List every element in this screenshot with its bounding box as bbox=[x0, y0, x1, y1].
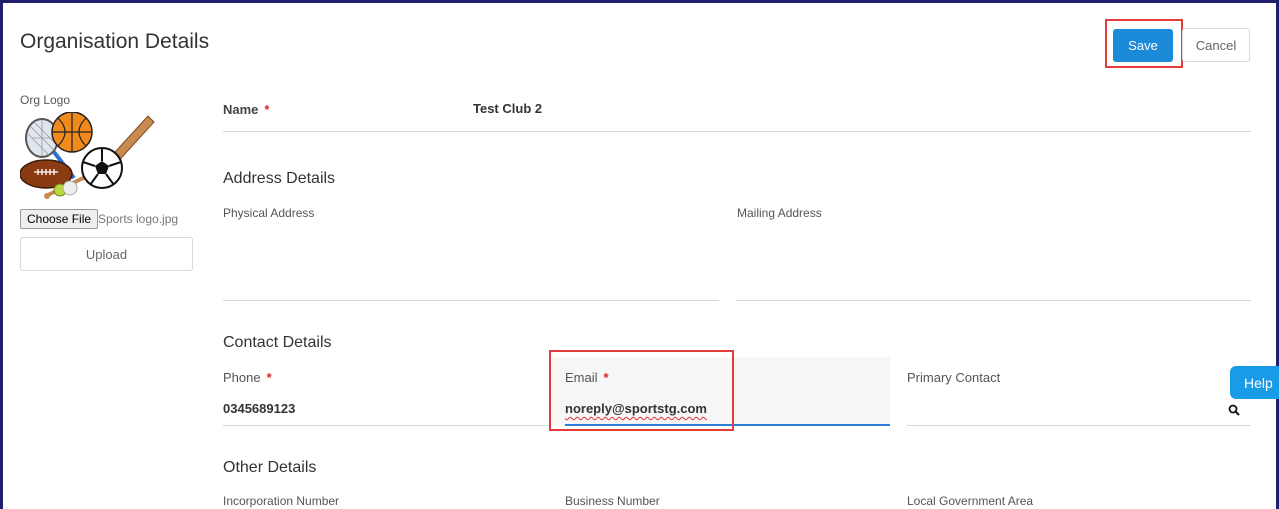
primary-contact-input[interactable] bbox=[907, 395, 1251, 426]
choose-file-button[interactable]: Choose File bbox=[20, 209, 99, 229]
mailing-address-label: Mailing Address bbox=[737, 206, 822, 220]
required-mark: * bbox=[264, 102, 270, 117]
mailing-address-field[interactable] bbox=[736, 226, 1251, 301]
page-title: Organisation Details bbox=[20, 30, 210, 53]
local-government-area-label: Local Government Area bbox=[907, 494, 1034, 508]
business-number-label: Business Number bbox=[565, 494, 660, 508]
org-logo-image bbox=[19, 111, 160, 202]
upload-button[interactable]: Upload bbox=[20, 237, 193, 271]
name-label-text: Name bbox=[223, 102, 259, 117]
address-section-title: Address Details bbox=[223, 170, 336, 187]
primary-contact-label: Primary Contact bbox=[907, 370, 1001, 385]
phone-label-text: Phone bbox=[223, 370, 261, 385]
name-value[interactable]: Test Club 2 bbox=[473, 101, 542, 116]
phone-underline bbox=[223, 425, 549, 426]
phone-label: Phone * bbox=[223, 370, 272, 385]
incorporation-number-label: Incorporation Number bbox=[223, 494, 340, 508]
other-section-title: Other Details bbox=[223, 459, 317, 476]
required-mark: * bbox=[266, 370, 272, 385]
save-button[interactable]: Save bbox=[1113, 29, 1173, 62]
selected-file-name: Sports logo.jpg bbox=[98, 212, 179, 226]
name-label: Name * bbox=[223, 102, 269, 117]
physical-address-label: Physical Address bbox=[223, 206, 315, 220]
email-highlight bbox=[549, 350, 734, 431]
search-icon[interactable] bbox=[1228, 403, 1240, 416]
cancel-button[interactable]: Cancel bbox=[1182, 28, 1250, 62]
name-divider bbox=[223, 131, 1251, 132]
physical-address-field[interactable] bbox=[223, 226, 719, 301]
contact-section-title: Contact Details bbox=[223, 334, 332, 351]
org-logo-label: Org Logo bbox=[20, 93, 71, 107]
basketball-icon bbox=[51, 111, 93, 153]
soccer-ball-icon bbox=[81, 147, 123, 189]
phone-value[interactable]: 0345689123 bbox=[223, 401, 295, 416]
help-button[interactable]: Help bbox=[1230, 366, 1279, 399]
